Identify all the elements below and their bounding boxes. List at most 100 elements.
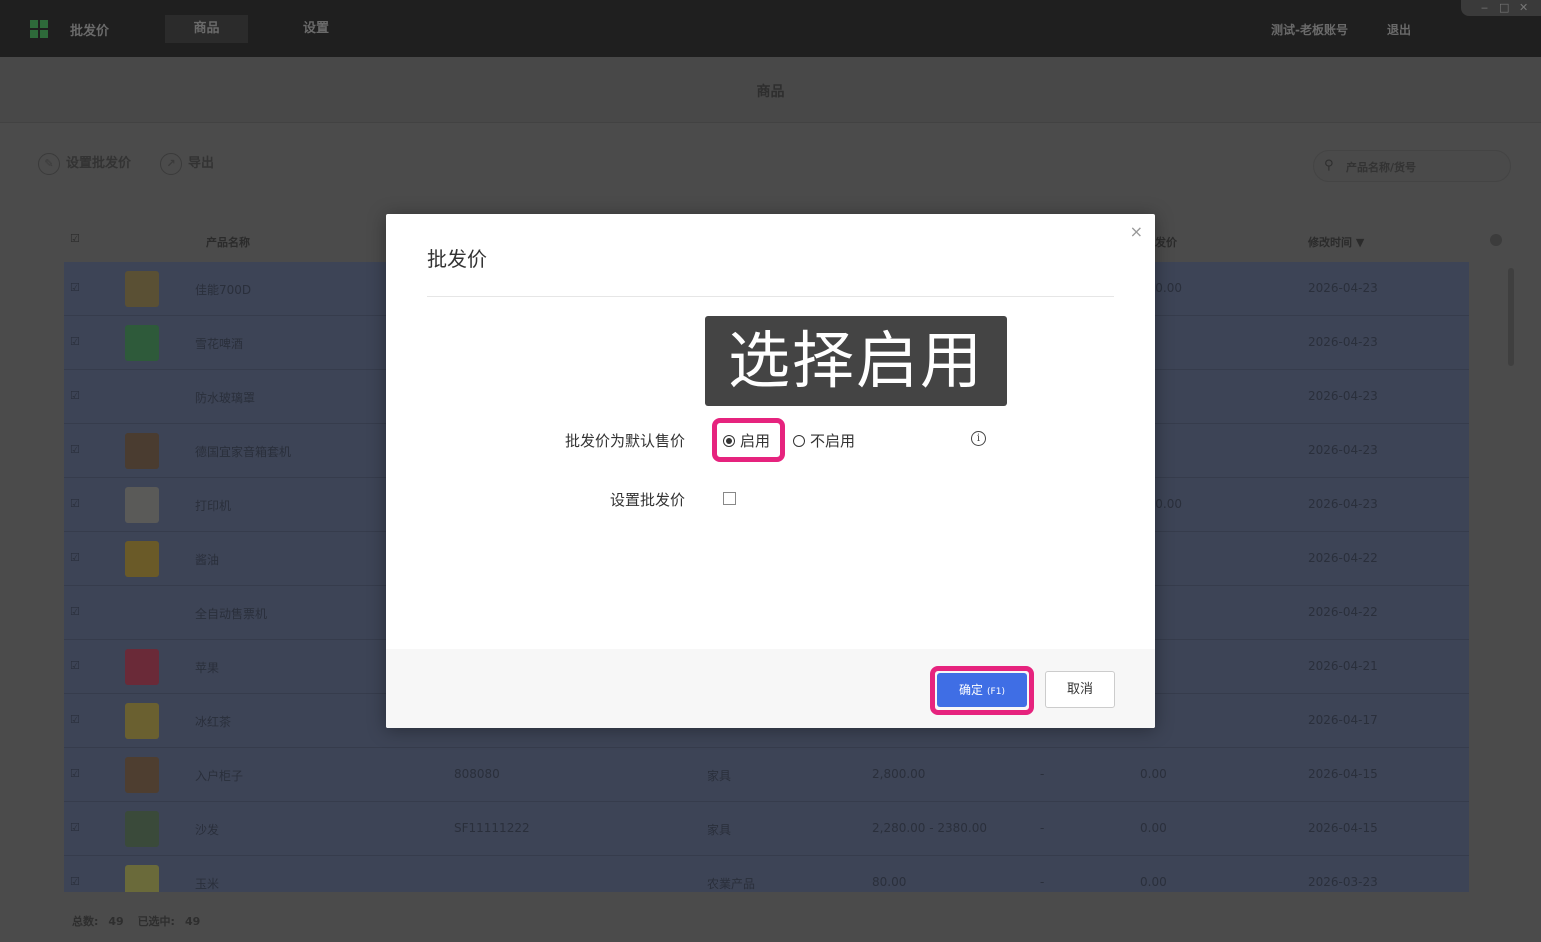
product-thumbnail: [125, 703, 159, 739]
cell-wholesale: 0.00: [1140, 821, 1167, 835]
cell-name: 入户柜子: [195, 769, 244, 783]
cell-name: 玉米: [195, 877, 220, 891]
cell-code: SF11111222: [454, 821, 530, 835]
cell-wholesale: 0.00: [1140, 767, 1167, 781]
selected-label: 已选中:: [137, 915, 175, 928]
row-checkbox[interactable]: ☑: [70, 606, 82, 618]
cell-date: 2026-04-21: [1308, 659, 1378, 673]
set-wholesale-button[interactable]: ✎ 设置批发价: [38, 152, 131, 176]
cell-date: 2026-03-23: [1308, 875, 1378, 889]
export-label: 导出: [188, 156, 215, 171]
product-thumbnail: [125, 433, 159, 469]
cell-date: 2026-04-23: [1308, 335, 1378, 349]
table-footer: 总数: 49 已选中: 49: [72, 913, 210, 929]
product-thumbnail: [125, 811, 159, 847]
cell-name: 全自动售票机: [195, 607, 268, 621]
wholesale-dialog: × 批发价 选择启用 批发价为默认售价 启用 不启用 i 设置批发价 确定 (F1…: [386, 214, 1155, 728]
export-button[interactable]: ↗ 导出: [160, 152, 214, 176]
row-checkbox[interactable]: ☑: [70, 768, 82, 780]
window-controls: ‒ □ ✕: [1461, 0, 1541, 16]
column-header-name[interactable]: 产品名称: [206, 234, 250, 250]
radio-disable[interactable]: 不启用: [793, 431, 855, 451]
modified-label: 修改时间: [1308, 236, 1352, 249]
confirm-shortcut: (F1): [987, 687, 1005, 697]
total-count: 49: [108, 915, 124, 928]
cell-category: 家具: [707, 769, 732, 783]
row-checkbox[interactable]: ☑: [70, 822, 82, 834]
product-thumbnail: [125, 325, 159, 361]
edit-icon: ✎: [38, 152, 60, 175]
sort-desc-icon: ▼: [1355, 236, 1365, 249]
scrollbar[interactable]: [1508, 268, 1514, 366]
page-header: 商品: [0, 57, 1541, 123]
row-checkbox[interactable]: ☑: [70, 660, 82, 672]
cell-date: 2026-04-17: [1308, 713, 1378, 727]
radio-disable-label: 不启用: [810, 432, 856, 450]
product-thumbnail: [125, 757, 159, 793]
close-window-icon[interactable]: ✕: [1519, 1, 1528, 14]
row-checkbox[interactable]: ☑: [70, 714, 82, 726]
row-checkbox[interactable]: ☑: [70, 552, 82, 564]
radio-enable-label: 启用: [740, 432, 771, 450]
cell-name: 冰红茶: [195, 715, 232, 729]
top-bar: 批发价 商品 设置 测试-老板账号 退出 ‒ □ ✕: [0, 0, 1541, 57]
cell-name: 防水玻璃罩: [195, 391, 256, 405]
cancel-button[interactable]: 取消: [1045, 671, 1115, 708]
cell-dash: -: [1040, 821, 1045, 835]
set-price-label: 设置批发价: [609, 491, 685, 509]
app-logo-icon: [30, 20, 48, 38]
dialog-title: 批发价: [427, 247, 487, 271]
cell-price: 2,280.00 - 2380.00: [872, 821, 988, 835]
info-icon[interactable]: i: [971, 431, 986, 446]
tab-settings[interactable]: 设置: [290, 15, 342, 43]
total-label: 总数:: [72, 915, 99, 928]
radio-enable[interactable]: 启用: [723, 431, 770, 451]
row-checkbox[interactable]: ☑: [70, 498, 82, 510]
account-name[interactable]: 测试-老板账号: [1271, 21, 1348, 38]
cell-date: 2026-04-23: [1308, 281, 1378, 295]
row-checkbox[interactable]: ☑: [70, 390, 82, 402]
cell-category: 家具: [707, 823, 732, 837]
cell-date: 2026-04-23: [1308, 497, 1378, 511]
product-thumbnail: [125, 541, 159, 577]
radio-unchecked-icon: [793, 435, 805, 447]
set-price-checkbox[interactable]: [723, 492, 736, 505]
app-title: 批发价: [70, 24, 110, 39]
product-thumbnail: [125, 271, 159, 307]
column-settings-icon[interactable]: [1490, 234, 1502, 246]
cell-date: 2026-04-23: [1308, 443, 1378, 457]
confirm-label: 确定: [959, 683, 984, 697]
product-thumbnail: [125, 865, 159, 892]
search-placeholder: 产品名称/货号: [1346, 161, 1417, 174]
cell-dash: -: [1040, 767, 1045, 781]
minimize-icon[interactable]: ‒: [1481, 1, 1488, 14]
table-row[interactable]: ☑ 入户柜子 808080 家具 2,800.00 - 0.00 2026-04-15: [64, 748, 1469, 802]
cell-dash: -: [1040, 875, 1045, 889]
cell-date: 2026-04-23: [1308, 389, 1378, 403]
table-row[interactable]: ☑ 玉米 农業产品 80.00 - 0.00 2026-03-23: [64, 856, 1469, 892]
product-thumbnail: [125, 487, 159, 523]
select-all-checkbox[interactable]: ☑: [70, 232, 80, 245]
tab-goods[interactable]: 商品: [165, 15, 248, 43]
cell-price: 2,800.00: [872, 767, 926, 781]
close-icon[interactable]: ×: [1130, 222, 1143, 241]
row-checkbox[interactable]: ☑: [70, 336, 82, 348]
cell-date: 2026-04-15: [1308, 767, 1378, 781]
cell-price: 80.00: [872, 875, 907, 889]
row-checkbox[interactable]: ☑: [70, 876, 82, 888]
row-checkbox[interactable]: ☑: [70, 282, 82, 294]
logout-link[interactable]: 退出: [1387, 21, 1411, 38]
maximize-icon[interactable]: □: [1499, 1, 1509, 14]
default-price-label: 批发价为默认售价: [564, 432, 685, 450]
column-header-modified[interactable]: 修改时间 ▼: [1308, 234, 1364, 250]
confirm-button[interactable]: 确定 (F1): [937, 673, 1027, 707]
search-input[interactable]: ⚲ 产品名称/货号: [1313, 150, 1511, 182]
cell-name: 酱油: [195, 553, 220, 567]
set-wholesale-label: 设置批发价: [66, 156, 132, 171]
dialog-footer: [386, 649, 1155, 728]
cell-name: 沙发: [195, 823, 220, 837]
row-checkbox[interactable]: ☑: [70, 444, 82, 456]
table-row[interactable]: ☑ 沙发 SF11111222 家具 2,280.00 - 2380.00 - 0.00 20…: [64, 802, 1469, 856]
cell-name: 佳能700D: [195, 283, 252, 297]
selected-count: 49: [184, 915, 201, 928]
